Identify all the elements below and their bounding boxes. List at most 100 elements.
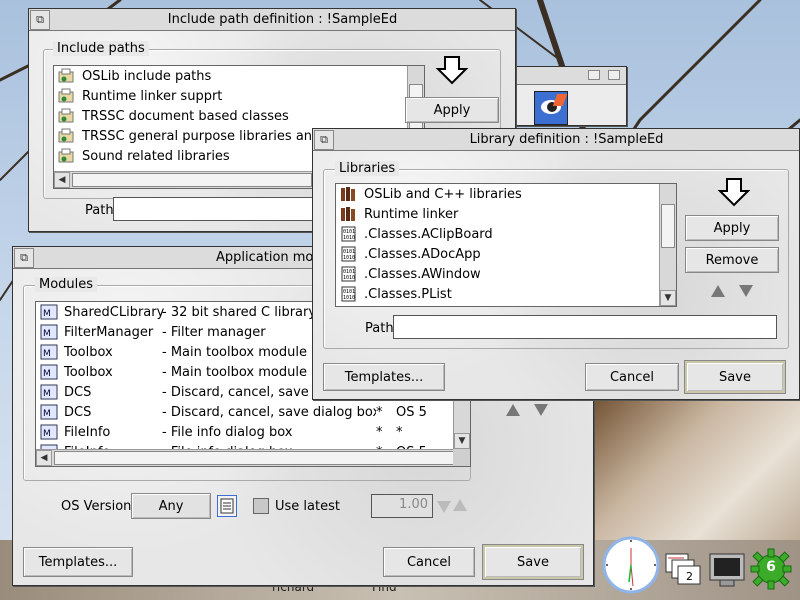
svg-text:M: M [43, 429, 51, 439]
scroll-thumb[interactable] [661, 204, 675, 248]
scroll-thumb[interactable] [54, 451, 454, 465]
os-version-label: OS Version [61, 499, 132, 514]
library-save-button[interactable]: Save [685, 361, 785, 393]
library-path-label: Path [365, 321, 394, 336]
include-folder-icon [58, 88, 76, 104]
libraries-list[interactable]: OSLib and C++ libraries Runtime linker 010… [335, 183, 677, 307]
svg-text:M: M [43, 309, 51, 319]
iconise-icon[interactable] [588, 70, 600, 80]
list-item[interactable]: OSLib and C++ libraries [336, 184, 676, 204]
toggle-size-icon[interactable] [608, 70, 620, 80]
use-latest-checkbox[interactable] [253, 498, 269, 514]
svg-text:1010: 1010 [343, 235, 355, 241]
svg-text:M: M [43, 409, 51, 419]
scroll-down-icon[interactable]: ▼ [454, 433, 470, 449]
library-window[interactable]: ⧉ Library definition : !SampleEd Librari… [312, 128, 800, 400]
window-back-icon[interactable]: ⧉ [30, 9, 50, 30]
os-version-display[interactable]: Any [131, 493, 211, 519]
include-path-input[interactable] [113, 197, 333, 221]
module-file-icon: M [40, 324, 58, 340]
modules-templates-button[interactable]: Templates... [23, 547, 133, 577]
list-item[interactable]: 0101 1010 .Classes.AClipBoard [336, 224, 676, 244]
library-item-label: Runtime linker [364, 206, 459, 222]
module-name: FilterManager [64, 324, 154, 340]
version-increment-icon[interactable] [453, 499, 467, 511]
list-item[interactable]: 0101 1010 .Classes.PList [336, 284, 676, 304]
scroll-down-icon[interactable]: ▼ [660, 290, 676, 306]
modules-cancel-button[interactable]: Cancel [383, 547, 475, 577]
binary-file-icon: 0101 1010 [340, 226, 358, 242]
arrow-down-icon [717, 178, 751, 207]
library-cancel-button[interactable]: Cancel [585, 363, 679, 391]
background-window[interactable] [515, 66, 627, 126]
modules-list-hscroll[interactable]: ◀ [36, 449, 454, 466]
module-name: DCS [64, 384, 92, 400]
library-remove-button[interactable]: Remove [685, 247, 779, 273]
svg-text:M: M [43, 329, 51, 339]
use-latest-label: Use latest [275, 499, 340, 514]
list-item[interactable]: Runtime linker supprt [54, 86, 424, 106]
window-back-icon[interactable]: ⧉ [314, 129, 334, 150]
library-item-label: .Classes.PList [364, 286, 452, 302]
library-item-label: OSLib and C++ libraries [364, 186, 522, 202]
include-folder-icon [58, 128, 76, 144]
move-up-icon[interactable] [711, 285, 725, 297]
library-path-input[interactable] [393, 315, 777, 339]
version-decrement-icon[interactable] [437, 501, 451, 513]
module-flag: * [376, 404, 383, 420]
module-name: DCS [64, 404, 92, 420]
window-back-icon[interactable]: ⧉ [14, 247, 34, 268]
books-icon [340, 206, 358, 222]
hidden-move-up-icon[interactable] [506, 404, 520, 416]
include-folder-icon [58, 68, 76, 84]
modules-group-label: Modules [35, 277, 98, 292]
books-icon [340, 186, 358, 202]
library-title: Library definition : !SampleEd [469, 132, 664, 147]
include-apply-button[interactable]: Apply [405, 97, 499, 123]
module-name: Toolbox [64, 364, 113, 380]
os-version-menu-icon[interactable] [217, 495, 237, 517]
list-item[interactable]: Runtime linker [336, 204, 676, 224]
scroll-left-icon[interactable]: ◀ [54, 172, 70, 188]
ground-image [590, 390, 800, 540]
modules-save-button[interactable]: Save [483, 545, 583, 579]
list-item[interactable]: 0101 1010 .Classes.ADocApp [336, 244, 676, 264]
libraries-list-vscroll[interactable]: ▼ [659, 184, 676, 306]
binary-file-icon: 0101 1010 [340, 286, 358, 302]
svg-text:M: M [43, 369, 51, 379]
list-item[interactable]: OSLib include paths [54, 66, 424, 86]
library-titlebar[interactable]: ⧉ Library definition : !SampleEd [313, 129, 799, 151]
include-path-label: Sound related libraries [82, 148, 230, 164]
library-item-label: .Classes.AWindow [364, 266, 481, 282]
list-item[interactable]: 0101 1010 .Classes.AWindow [336, 264, 676, 284]
module-os: * [396, 424, 403, 440]
version-number-field[interactable]: 1.00 [371, 494, 433, 518]
module-file-icon: M [40, 344, 58, 360]
include-path-titlebar[interactable]: ⧉ Include path definition : !SampleEd [29, 9, 515, 31]
include-path-label: TRSSC document based classes [82, 108, 289, 124]
svg-text:1010: 1010 [343, 255, 355, 261]
module-file-icon: M [40, 424, 58, 440]
library-apply-button[interactable]: Apply [685, 215, 779, 241]
configure-gear-icon[interactable]: 6 [750, 548, 792, 590]
clock-icon[interactable] [602, 536, 660, 594]
move-down-icon[interactable] [739, 285, 753, 297]
binary-file-icon: 0101 1010 [340, 246, 358, 262]
hidden-move-down-icon[interactable] [534, 404, 548, 416]
svg-text:1010: 1010 [343, 275, 355, 281]
library-item-label: .Classes.AClipBoard [364, 226, 493, 242]
monitor-icon[interactable] [708, 552, 746, 588]
table-row[interactable]: M DCS - Discard, cancel, save dialog box * O… [36, 402, 470, 422]
module-file-icon: M [40, 304, 58, 320]
app-eye-icon[interactable] [534, 91, 568, 125]
scroll-thumb[interactable] [72, 173, 312, 187]
table-row[interactable]: M FileInfo - File info dialog box * * [36, 422, 470, 442]
include-path-label: Runtime linker supprt [82, 88, 223, 104]
list-item[interactable]: TRSSC document based classes [54, 106, 424, 126]
libraries-group-label: Libraries [335, 161, 400, 176]
include-folder-icon [58, 148, 76, 164]
task-manager-icon[interactable]: 2 [664, 548, 704, 588]
scroll-left-icon[interactable]: ◀ [36, 450, 52, 466]
library-templates-button[interactable]: Templates... [323, 363, 445, 391]
include-path-label: Path [85, 203, 114, 218]
